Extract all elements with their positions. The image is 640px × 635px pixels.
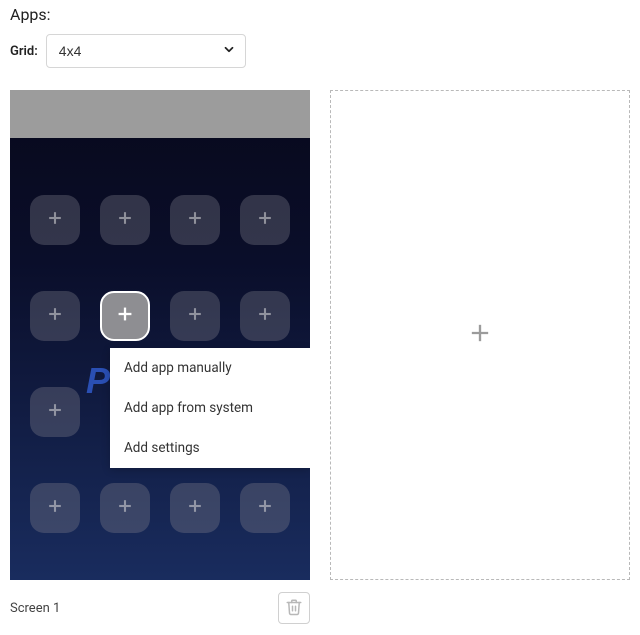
app-slot[interactable] xyxy=(30,195,80,245)
context-menu: Add app manually Add app from system Add… xyxy=(110,348,310,468)
add-screen-button[interactable] xyxy=(330,90,630,580)
app-slot[interactable] xyxy=(170,195,220,245)
plus-icon xyxy=(466,319,494,351)
plus-icon xyxy=(255,496,275,520)
menu-item-add-settings[interactable]: Add settings xyxy=(110,428,310,468)
screen-1-wrap: P xyxy=(10,90,310,624)
menu-item-add-app-from-system[interactable]: Add app from system xyxy=(110,388,310,428)
plus-icon xyxy=(115,208,135,232)
plus-icon xyxy=(45,304,65,328)
app-slot[interactable] xyxy=(30,291,80,341)
app-slot[interactable] xyxy=(170,483,220,533)
app-slot[interactable] xyxy=(100,483,150,533)
status-bar xyxy=(10,90,310,138)
delete-screen-button[interactable] xyxy=(278,592,310,624)
screens-container: P xyxy=(10,90,630,624)
plus-icon xyxy=(114,303,136,329)
app-slot[interactable] xyxy=(30,387,80,437)
app-slot[interactable] xyxy=(100,195,150,245)
app-slot[interactable] xyxy=(30,483,80,533)
app-slot-active[interactable] xyxy=(100,291,150,341)
grid-select-wrap: 4x4 xyxy=(46,34,246,68)
menu-item-add-app-manually[interactable]: Add app manually xyxy=(110,348,310,388)
screen-footer: Screen 1 xyxy=(10,592,310,624)
app-slot[interactable] xyxy=(240,195,290,245)
plus-icon xyxy=(115,496,135,520)
apps-heading: Apps: xyxy=(10,5,630,24)
trash-icon xyxy=(285,598,303,619)
plus-icon xyxy=(45,400,65,424)
app-slot[interactable] xyxy=(170,291,220,341)
plus-icon xyxy=(255,304,275,328)
plus-icon xyxy=(45,208,65,232)
plus-icon xyxy=(185,304,205,328)
plus-icon xyxy=(255,208,275,232)
screen-label: Screen 1 xyxy=(10,601,60,616)
plus-icon xyxy=(185,208,205,232)
app-slot[interactable] xyxy=(240,291,290,341)
grid-label: Grid: xyxy=(10,44,38,59)
grid-row: Grid: 4x4 xyxy=(10,34,630,68)
plus-icon xyxy=(185,496,205,520)
plus-icon xyxy=(45,496,65,520)
grid-select[interactable]: 4x4 xyxy=(46,34,246,68)
phone-preview: P xyxy=(10,90,310,580)
app-slot[interactable] xyxy=(240,483,290,533)
